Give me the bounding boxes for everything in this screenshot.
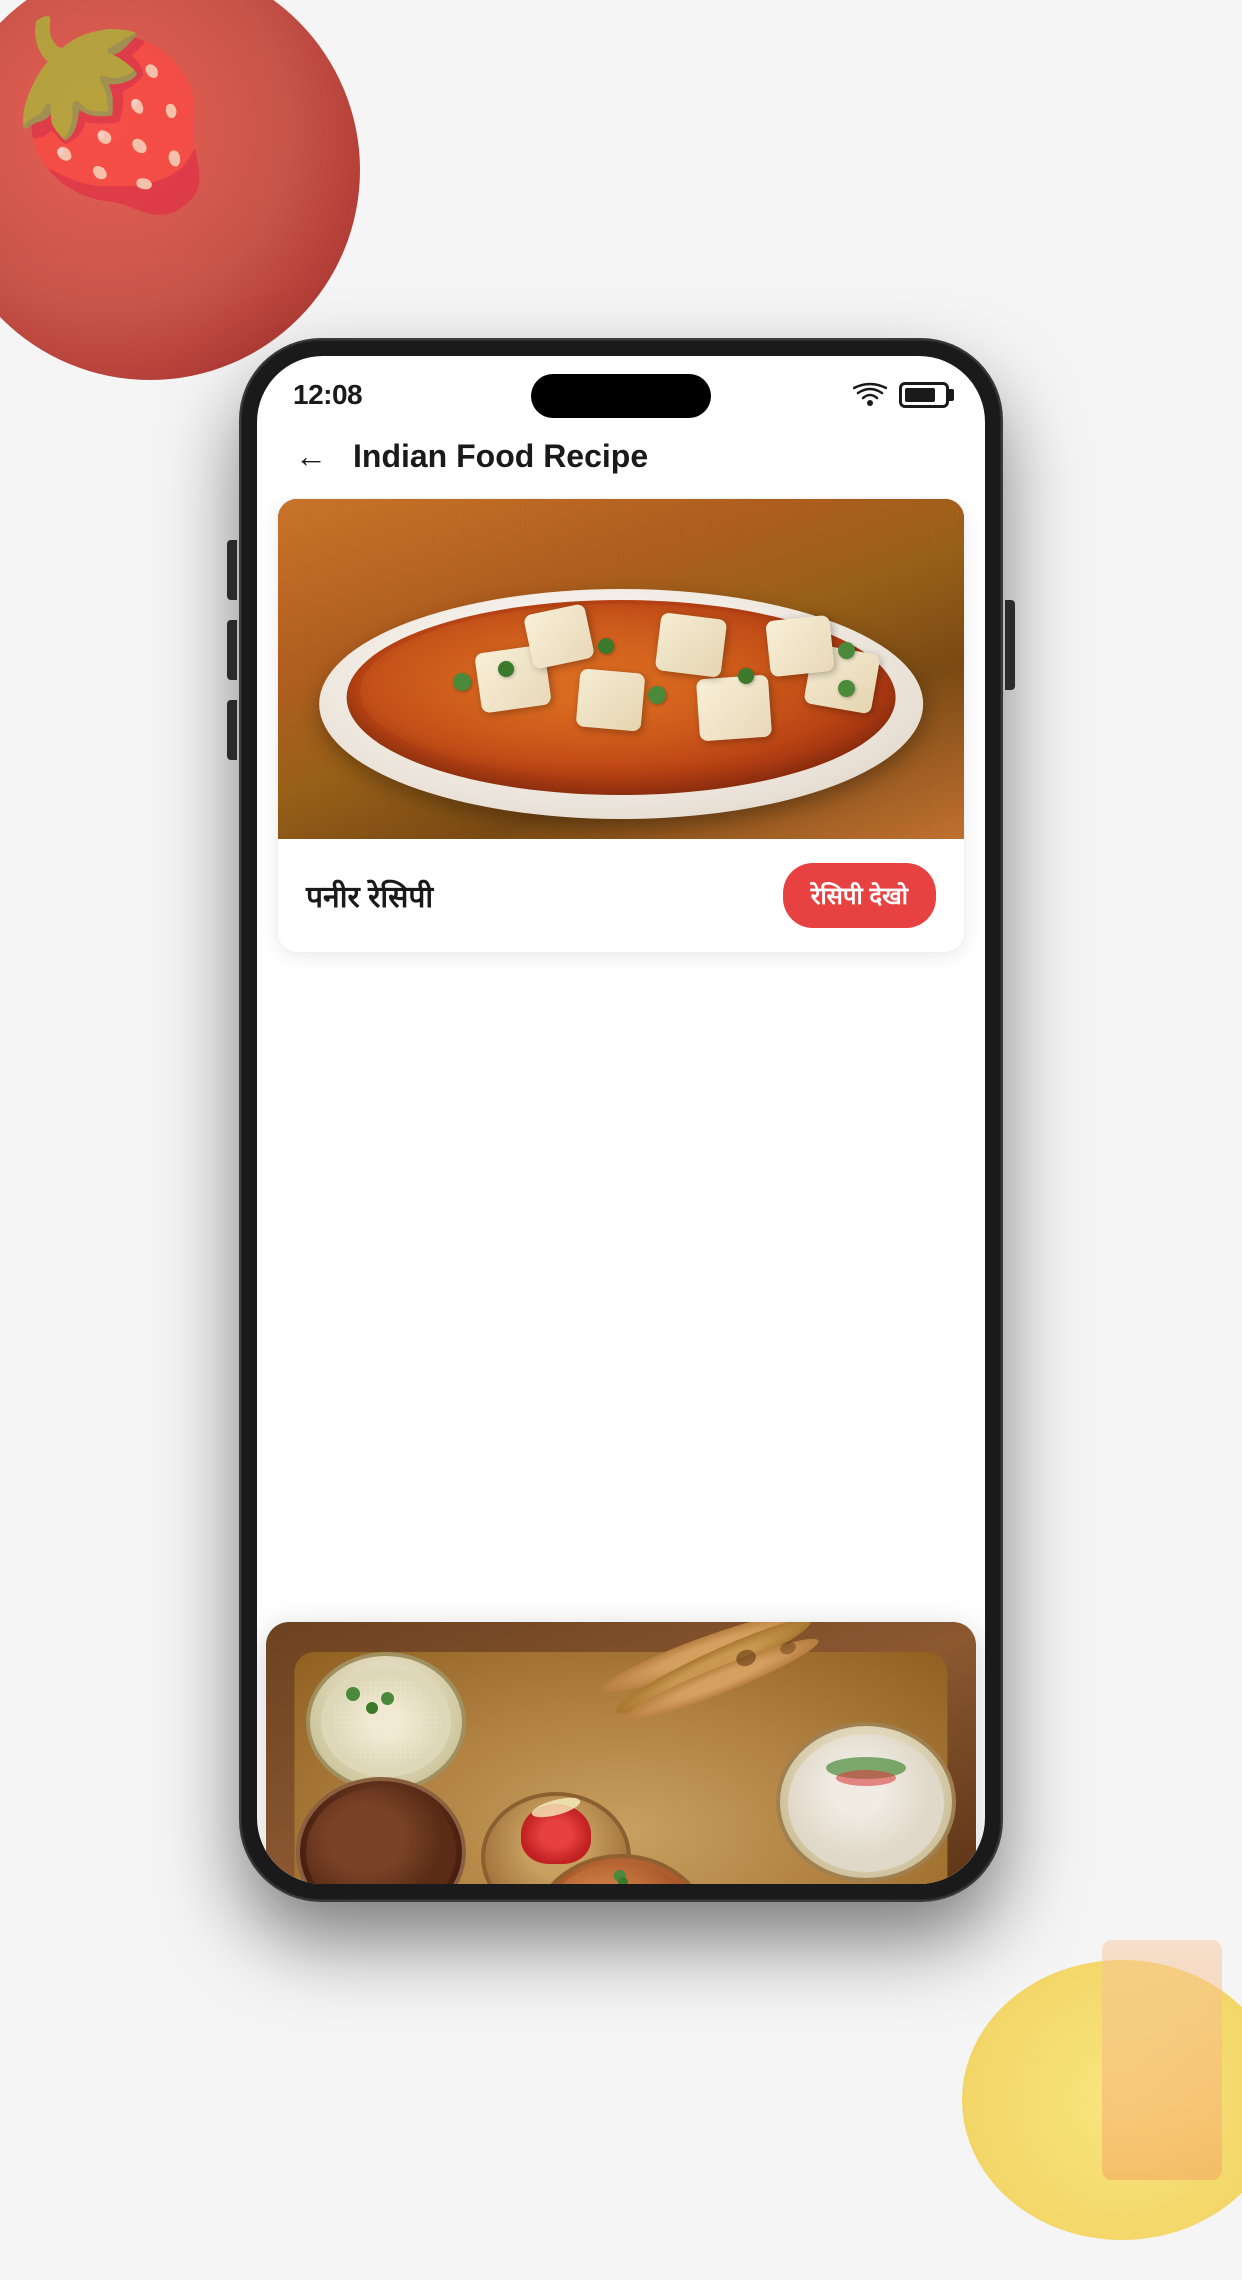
phone-wrapper: 12:08 xyxy=(241,340,1001,1940)
phone-frame: 12:08 xyxy=(241,340,1001,1900)
recipe-card-gujarati: गुजराती रेसिपी रेसिपी देखो xyxy=(265,1621,977,1884)
gujarati-thali-image xyxy=(266,1622,976,1884)
battery-icon xyxy=(899,382,949,408)
strawberry-bg xyxy=(0,0,360,380)
app-header: ← Indian Food Recipe xyxy=(257,418,985,498)
pea-6 xyxy=(598,638,614,654)
recipe-card-paneer: पनीर रेसिपी रेसिपी देखो xyxy=(277,498,965,953)
paneer-piece-2 xyxy=(576,668,646,731)
pea-3 xyxy=(648,686,666,704)
paneer-image xyxy=(278,499,964,839)
wifi-icon xyxy=(853,382,887,408)
pea-5 xyxy=(838,680,855,697)
paneer-piece-7 xyxy=(765,615,835,677)
back-button[interactable]: ← xyxy=(289,434,333,478)
paneer-card-footer: पनीर रेसिपी रेसिपी देखो xyxy=(278,839,964,952)
screen-content: ← Indian Food Recipe xyxy=(257,418,985,1884)
pea-2 xyxy=(498,661,514,677)
battery-fill xyxy=(905,388,935,402)
back-arrow-icon: ← xyxy=(295,440,327,472)
pea-1 xyxy=(453,673,471,691)
status-icons xyxy=(853,382,949,408)
drink-bg xyxy=(1102,1940,1222,2180)
dynamic-island xyxy=(531,374,711,418)
phone-screen: 12:08 xyxy=(257,356,985,1884)
pea-7 xyxy=(838,642,855,659)
paneer-piece-6 xyxy=(655,612,728,678)
paneer-piece-3 xyxy=(696,675,772,742)
pea-4 xyxy=(738,668,754,684)
paneer-recipe-btn[interactable]: रेसिपी देखो xyxy=(783,863,936,928)
page-title: Indian Food Recipe xyxy=(353,438,648,475)
status-time: 12:08 xyxy=(293,379,362,411)
paneer-recipe-name: पनीर रेसिपी xyxy=(306,875,433,916)
